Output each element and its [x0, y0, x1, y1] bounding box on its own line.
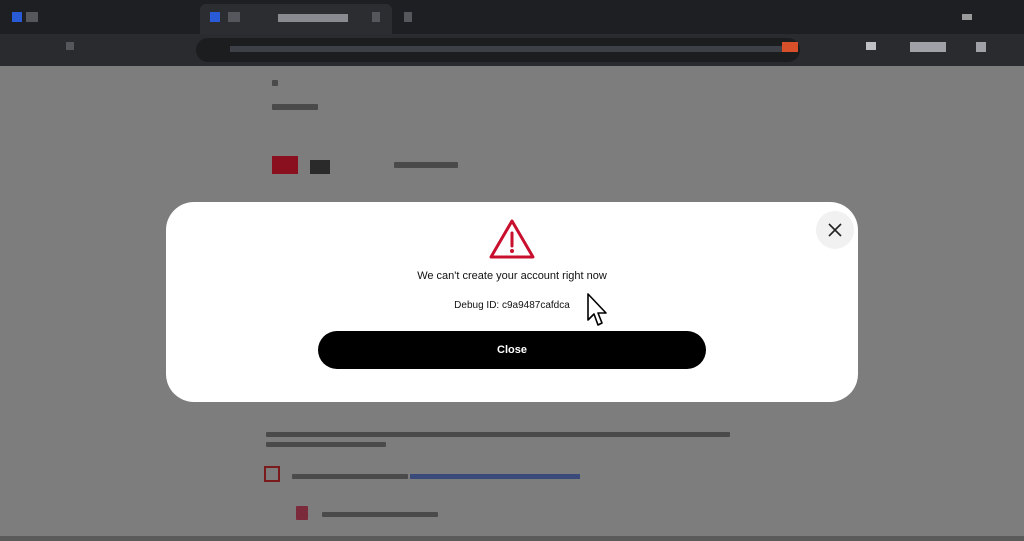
menu-icon[interactable]	[976, 42, 986, 52]
profile-button[interactable]	[910, 42, 946, 52]
warning-triangle-icon	[489, 219, 535, 259]
dialog-title: We can't create your account right now	[417, 270, 607, 282]
page-paragraph-line	[266, 442, 386, 447]
close-button[interactable]: Close	[318, 331, 706, 369]
browser-logo-icon	[12, 12, 22, 22]
mouse-pointer-icon	[587, 293, 607, 326]
page-bottom-strip	[0, 536, 1024, 541]
terms-text	[292, 474, 408, 479]
reload-icon[interactable]	[66, 42, 74, 50]
minimize-icon[interactable]	[962, 14, 972, 20]
toolbar-icon[interactable]	[866, 42, 876, 50]
page-paragraph-line	[266, 432, 730, 437]
page-text-line	[394, 162, 458, 168]
close-icon	[828, 223, 842, 237]
debug-id-text: Debug ID: c9a9487cafdca	[454, 300, 570, 311]
media-thumbnail-2	[310, 160, 330, 174]
dialog-close-button[interactable]	[816, 211, 854, 249]
active-tab-icon	[228, 12, 240, 22]
terms-link[interactable]	[410, 474, 580, 479]
media-thumbnail	[272, 156, 298, 174]
page-heading	[272, 104, 318, 110]
active-tab-favicon-icon	[210, 12, 220, 22]
extension-icon[interactable]	[782, 42, 798, 52]
tab-favicon-icon	[26, 12, 38, 22]
new-tab-icon[interactable]	[404, 12, 412, 22]
alert-icon	[296, 506, 308, 520]
tab-close-icon[interactable]	[372, 12, 380, 22]
url-text	[230, 46, 790, 52]
browser-address-bar	[0, 34, 1024, 66]
active-tab-title	[278, 14, 348, 22]
browser-tab-strip	[0, 0, 1024, 34]
terms-checkbox[interactable]	[264, 466, 280, 482]
page-text-line	[322, 512, 438, 517]
page-logo-icon	[272, 80, 278, 86]
close-button-label: Close	[497, 344, 527, 356]
